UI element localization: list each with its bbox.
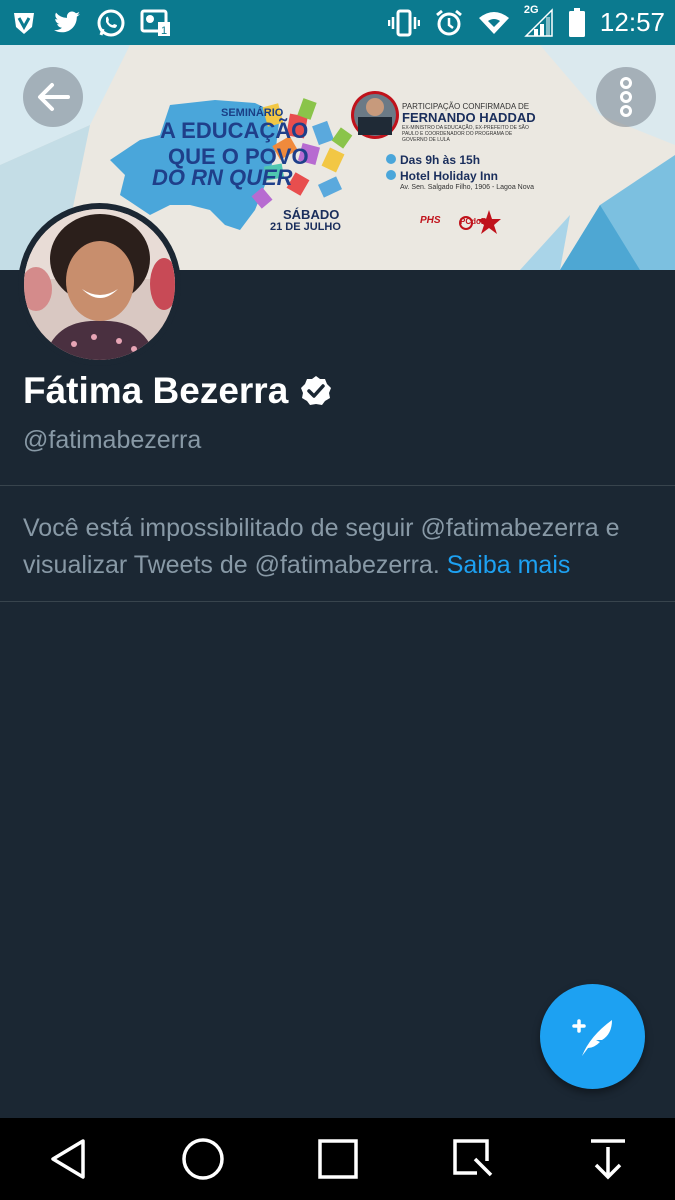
back-button[interactable] (23, 67, 83, 127)
wifi-icon (478, 10, 510, 36)
nav-recents-button[interactable] (303, 1124, 373, 1194)
back-arrow-icon (38, 83, 70, 111)
notification-icon: 1 (140, 8, 172, 38)
nav-hide-bar-button[interactable] (573, 1124, 643, 1194)
participant-description: EX-MINISTRO DA EDUCAÇÃO, EX-PREFEITO DE … (402, 125, 529, 143)
profile-display-name: Fátima Bezerra (23, 370, 289, 411)
clock: 12:57 (599, 7, 665, 37)
battery-icon (568, 7, 586, 38)
divider-top (0, 485, 675, 486)
profile-avatar[interactable] (18, 203, 181, 366)
verified-badge-icon (300, 375, 332, 407)
profile-name: Fátima Bezerra (23, 370, 332, 412)
banner-title-line-1: A EDUCAÇÃO (160, 118, 309, 143)
compose-quill-icon (571, 1018, 612, 1056)
vibrate-icon (387, 9, 420, 37)
party-logo-phs: PHS (420, 215, 441, 226)
learn-more-link[interactable]: Saiba mais (447, 551, 571, 579)
nav-screenshot-button[interactable] (438, 1124, 508, 1194)
avatar-photo (24, 209, 175, 360)
square-recents-icon (317, 1139, 358, 1179)
triangle-back-icon (50, 1139, 85, 1179)
participant-name: FERNANDO HADDAD (402, 110, 536, 125)
nav-back-button[interactable] (33, 1124, 103, 1194)
svg-text:1: 1 (161, 25, 167, 37)
banner-title-line-3: DO RN QUER (152, 165, 293, 190)
banner-date: 21 DE JULHO (270, 221, 341, 233)
circle-home-icon (181, 1138, 224, 1180)
twitter-icon (52, 10, 82, 36)
divider-bottom (0, 601, 675, 602)
event-place: Hotel Holiday Inn (400, 169, 499, 183)
arrow-down-icon (590, 1139, 625, 1180)
screenshot-icon (452, 1139, 492, 1177)
network-type-label: 2G (523, 3, 539, 16)
whatsapp-icon (96, 8, 126, 38)
party-logo-pcdob: PCdoB (460, 217, 487, 226)
status-bar: 1 2G 12:57 (0, 0, 675, 45)
event-address: Av. Sen. Salgado Filho, 1906 - Lagoa Nov… (400, 184, 534, 191)
android-nav-bar (0, 1118, 675, 1200)
more-vertical-icon (620, 77, 632, 117)
signal-icon: 2G (524, 4, 554, 38)
banner-weekday: SÁBADO (283, 207, 340, 222)
alarm-icon (434, 8, 464, 38)
compose-tweet-button[interactable] (540, 984, 645, 1089)
nav-home-button[interactable] (168, 1124, 238, 1194)
more-options-button[interactable] (596, 67, 656, 127)
profile-handle: @fatimabezerra (23, 426, 202, 454)
shield-icon (10, 9, 38, 37)
blocked-message: Você está impossibilitado de seguir @fat… (23, 510, 663, 584)
event-time: Das 9h às 15h (400, 153, 481, 167)
